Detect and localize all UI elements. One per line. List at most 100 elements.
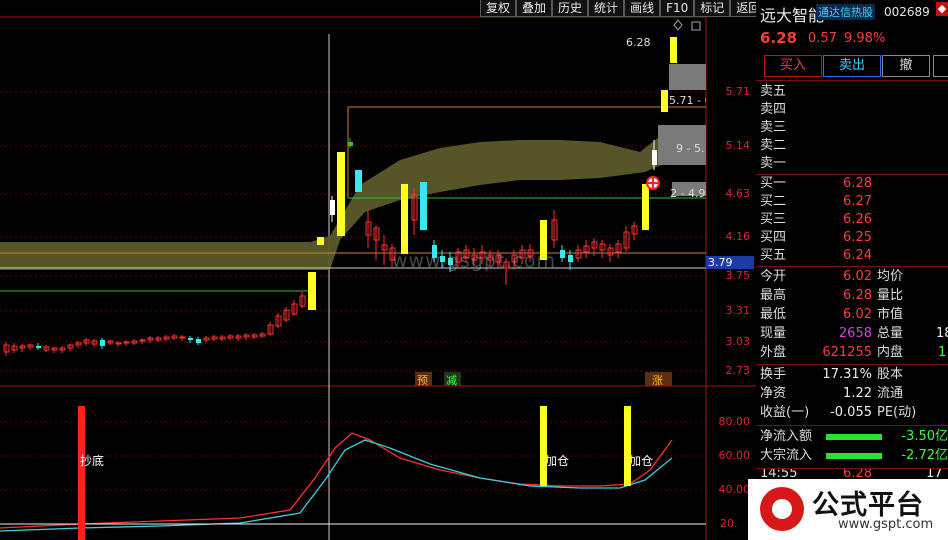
ask-level-label: 卖三 xyxy=(760,120,787,135)
bid-level: 买五 6.24 xyxy=(756,247,948,265)
ask-level-label: 卖四 xyxy=(760,102,787,117)
stat-label-2: PE(动) xyxy=(877,405,917,420)
bid-level-label: 买一 xyxy=(760,176,787,191)
stock-name: 远大智能 xyxy=(760,6,825,25)
flow-label: 大宗流入 xyxy=(760,448,813,463)
small-box-marker xyxy=(691,21,701,31)
stat-value: 1.22 xyxy=(843,386,872,401)
stat-value: 6.02 xyxy=(843,307,872,322)
stat-row: 最低 6.02 市值 xyxy=(756,306,948,324)
candle-body xyxy=(188,338,193,340)
bid-level-price: 6.28 xyxy=(843,176,872,191)
stat-label: 最低 xyxy=(760,307,787,322)
flow-bar xyxy=(826,434,882,440)
ask-level-label: 卖五 xyxy=(760,84,787,99)
indicator-axis-label: 40.00 xyxy=(718,483,751,496)
yellow-bar xyxy=(401,184,408,254)
candle-body xyxy=(568,255,573,262)
cancel-button[interactable]: 撤 xyxy=(882,55,930,77)
current-price-tag: 3.79 xyxy=(706,256,754,269)
marker-zhang: 涨 xyxy=(652,374,663,387)
yellow-bar xyxy=(670,37,677,63)
signal-label-jiacang: 加仓 xyxy=(629,454,654,468)
candle-body xyxy=(330,200,335,215)
candle-body xyxy=(139,339,146,342)
signal-bar-yellow xyxy=(624,406,631,486)
yellow-bar xyxy=(337,152,345,236)
stat-value: -0.055 xyxy=(830,405,872,420)
stat-label: 换手 xyxy=(760,367,787,382)
bid-level: 买一 6.28 xyxy=(756,175,948,193)
flow-label: 净流入额 xyxy=(760,429,813,444)
toolbar-mark-button[interactable]: 标记 xyxy=(694,0,731,17)
indicator-axis-label: 60.00 xyxy=(718,449,751,462)
toolbar-history-button[interactable]: 历史 xyxy=(552,0,589,17)
line-label-1: 5.71 - 6 xyxy=(669,94,706,107)
price-axis-label: 3.75 xyxy=(725,269,751,282)
line-label-3: 2 - 4.90 xyxy=(670,187,706,200)
price-axis-label: 5.71 xyxy=(725,85,751,98)
stat-label-2: 股本 xyxy=(877,367,904,382)
candle-body xyxy=(115,342,122,345)
separator xyxy=(756,80,948,81)
stat-label: 外盘 xyxy=(760,345,787,360)
yellow-bar xyxy=(642,184,649,230)
toolbar-stats-button[interactable]: 统计 xyxy=(588,0,625,17)
line-label-2: 9 - 5.1 xyxy=(676,142,706,155)
bid-level-price: 6.26 xyxy=(843,212,872,227)
flow-value: -2.72亿 xyxy=(901,448,948,463)
extra-button[interactable] xyxy=(933,55,948,77)
signal-label-chaodi: 抄底 xyxy=(80,454,105,468)
yellow-bar xyxy=(317,237,324,245)
bid-level-label: 买四 xyxy=(760,230,787,245)
sell-button[interactable]: 卖出 xyxy=(823,55,881,77)
ask-level-label: 卖一 xyxy=(760,156,787,171)
ask-level: 卖三 xyxy=(756,119,948,137)
chart-toolbar: 复权 叠加 历史 统计 画线 F10 标记 返回 xyxy=(480,0,767,17)
ask-level: 卖二 xyxy=(756,137,948,155)
price-axis-label: 3.03 xyxy=(725,335,751,348)
stat-row: 换手 17.31% 股本 xyxy=(756,366,948,384)
stat-label-2: 流通 xyxy=(877,386,904,401)
stat-label: 现量 xyxy=(760,326,787,341)
stat-label-2: 均价 xyxy=(877,269,904,284)
quote-panel: 远大智能 通达信热股 002689 ◆ 6.28 0.57 9.98% 买入 卖… xyxy=(756,0,948,540)
price-change-pct: 9.98% xyxy=(844,31,886,46)
candle-body xyxy=(100,340,105,346)
bid-level: 买四 6.25 xyxy=(756,229,948,247)
yellow-bar xyxy=(661,90,668,112)
diamond-marker xyxy=(673,19,683,31)
toolbar-overlay-button[interactable]: 叠加 xyxy=(516,0,553,17)
stat-label-2: 内盘 xyxy=(877,345,904,360)
candle-body xyxy=(179,336,186,339)
bid-level: 买二 6.27 xyxy=(756,193,948,211)
toolbar-restore-rights-button[interactable]: 复权 xyxy=(480,0,517,17)
price-change: 0.57 xyxy=(808,31,837,46)
site-logo: 公式平台 www.gspt.com xyxy=(748,479,948,540)
signal-bar-yellow xyxy=(540,406,547,486)
stat-label-2: 量比 xyxy=(877,288,904,303)
stat-row: 净资 1.22 流通 xyxy=(756,385,948,403)
panel-close-icon[interactable]: ◆ xyxy=(936,2,948,16)
current-price: 6.28 xyxy=(760,29,798,47)
ask-level: 卖五 xyxy=(756,83,948,101)
yellow-bar xyxy=(308,272,316,310)
stat-value: 6.28 xyxy=(843,288,872,303)
ask-level-label: 卖二 xyxy=(760,138,787,153)
cyan-bar xyxy=(355,170,362,192)
buy-button[interactable]: 买入 xyxy=(764,55,822,77)
stat-value-2: 1 xyxy=(938,345,947,360)
watermark: www.gsgpt.com xyxy=(392,250,557,272)
stock-code: 002689 xyxy=(884,5,930,19)
stat-value: 6.02 xyxy=(843,269,872,284)
hot-stock-tag[interactable]: 通达信热股 xyxy=(816,4,875,20)
bid-level-label: 买五 xyxy=(760,248,787,263)
price-axis-label: 4.63 xyxy=(725,187,751,200)
marker-jian: 减 xyxy=(446,374,457,387)
indicator-band xyxy=(0,128,672,270)
toolbar-draw-button[interactable]: 画线 xyxy=(624,0,661,17)
flow-bar xyxy=(826,453,882,459)
signal-bar-red xyxy=(78,406,85,540)
flow-row: 净流入额 -3.50亿 xyxy=(756,428,948,446)
toolbar-f10-button[interactable]: F10 xyxy=(660,0,695,17)
